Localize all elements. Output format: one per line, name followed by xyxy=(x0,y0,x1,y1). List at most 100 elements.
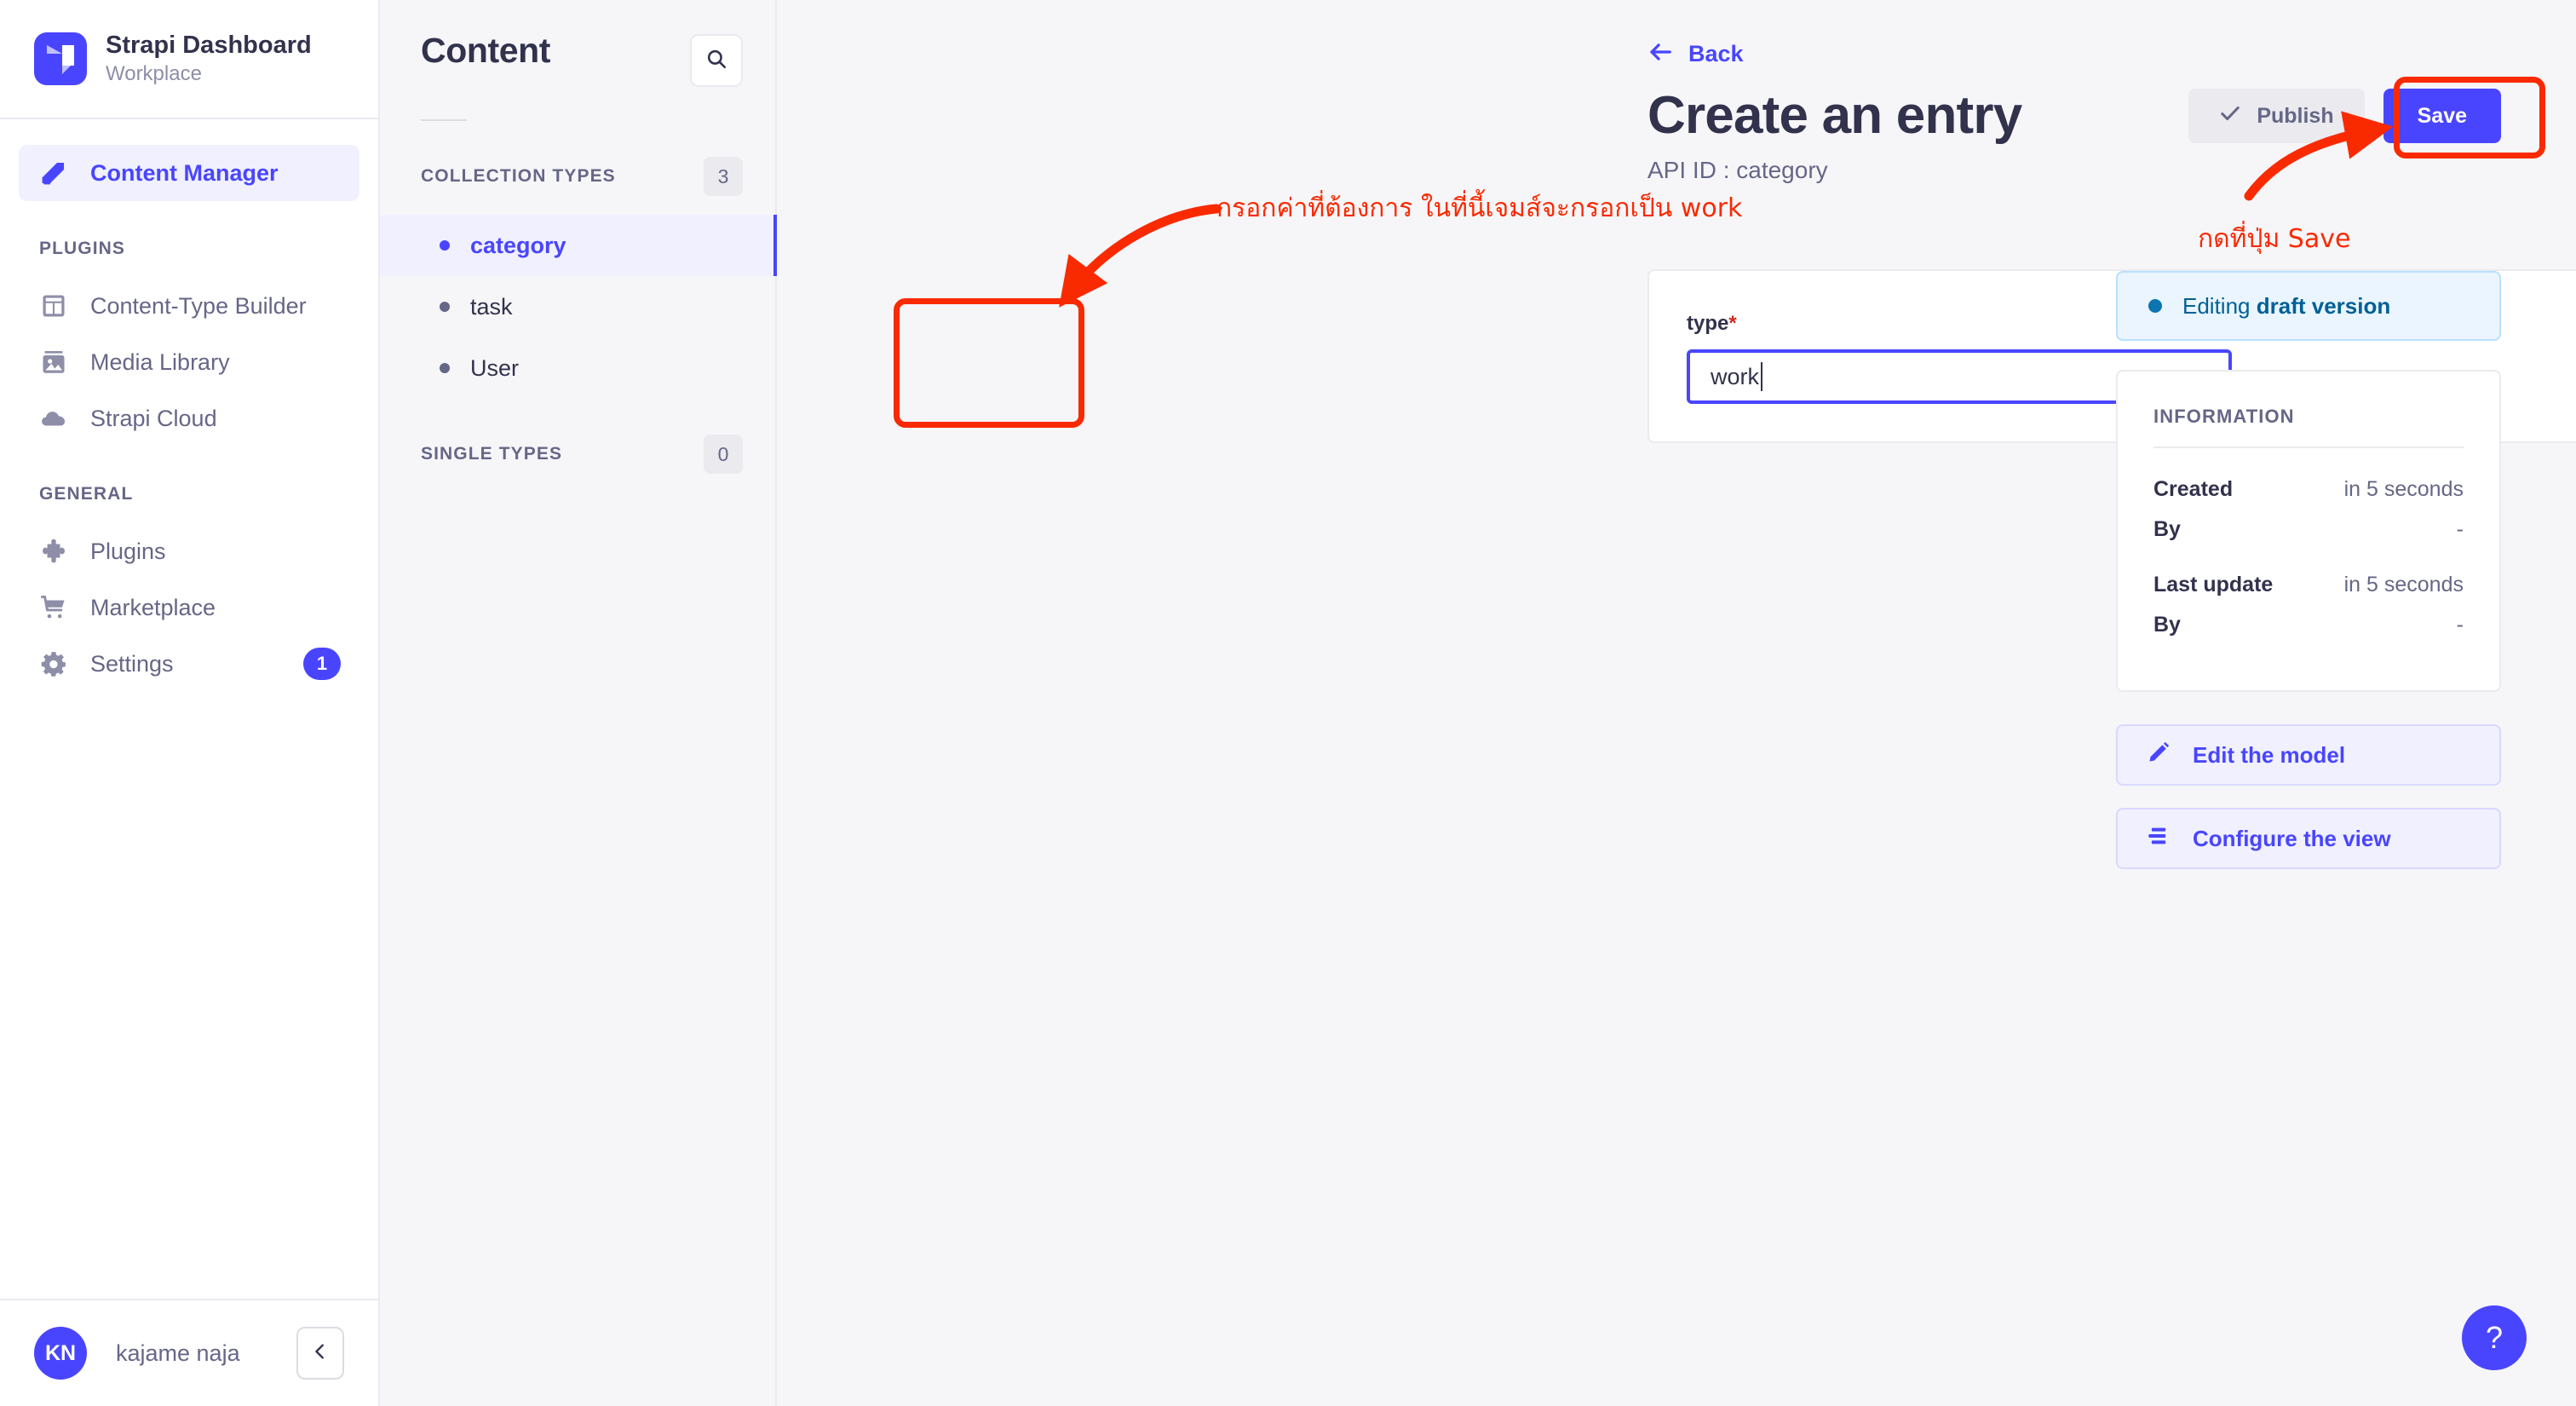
required-marker: * xyxy=(1728,312,1737,335)
strapi-logo-icon xyxy=(34,32,87,85)
single-types-count: 0 xyxy=(704,435,743,474)
sidebar-item-content-type-builder[interactable]: Content-Type Builder xyxy=(19,278,359,334)
sidebar-item-label: Content-Type Builder xyxy=(90,292,307,319)
puzzle-piece-icon xyxy=(39,537,68,566)
collection-types-label: COLLECTION TYPES xyxy=(421,166,616,186)
feather-pen-icon xyxy=(39,158,68,187)
sidebar-section-general: GENERAL xyxy=(39,484,134,504)
status-text: Editing draft version xyxy=(2182,293,2390,320)
sidebar-item-media-library[interactable]: Media Library xyxy=(19,334,359,390)
single-types-label: SINGLE TYPES xyxy=(421,444,563,464)
information-card: INFORMATION Created in 5 seconds By - La… xyxy=(2116,370,2501,692)
image-icon xyxy=(39,348,68,377)
collection-types-count: 3 xyxy=(704,157,743,196)
app-root: Strapi Dashboard Workplace Content Manag… xyxy=(0,0,2576,1406)
sidebar-item-plugins[interactable]: Plugins xyxy=(19,523,359,579)
bullet-icon xyxy=(440,302,450,312)
info-key: By xyxy=(2153,517,2181,541)
content-type-item-user[interactable]: User xyxy=(380,337,775,399)
status-dot-icon xyxy=(2148,299,2162,313)
collection-types-header: COLLECTION TYPES 3 xyxy=(380,121,775,215)
brand-subtitle: Workplace xyxy=(106,61,202,85)
sidebar-item-label: Strapi Cloud xyxy=(90,405,217,431)
sidebar-item-strapi-cloud[interactable]: Strapi Cloud xyxy=(19,390,359,447)
sidebar-item-content-manager[interactable]: Content Manager xyxy=(19,145,359,201)
brand-title: Strapi Dashboard xyxy=(106,31,312,59)
sidebar-item-label: Marketplace xyxy=(90,594,216,620)
list-item-label: category xyxy=(470,232,566,258)
content-panel-header: Content xyxy=(380,0,775,87)
back-link[interactable]: Back xyxy=(1647,39,2021,69)
sidebar-section-plugins: PLUGINS xyxy=(39,239,126,258)
information-title: INFORMATION xyxy=(2153,406,2464,448)
list-item-label: User xyxy=(470,354,520,381)
sidebar-collapse-button[interactable] xyxy=(296,1327,344,1380)
info-row: By - xyxy=(2153,613,2464,637)
annotation-text-save: กดที่ปุ่ม Save xyxy=(2198,224,2351,254)
annotation-box-save xyxy=(2394,77,2545,158)
configure-the-view-button[interactable]: Configure the view xyxy=(2116,808,2501,869)
chevron-left-icon xyxy=(311,1342,330,1365)
status-badge: 1 xyxy=(303,648,341,680)
content-types-panel: Content COLLECTION TYPES 3 category task xyxy=(380,0,777,1406)
bullet-icon xyxy=(440,363,450,373)
sidebar-nav: Content Manager PLUGINS Content-Type Bui… xyxy=(0,119,378,692)
configure-view-label: Configure the view xyxy=(2193,825,2391,851)
main-header: Back Create an entry API ID : category xyxy=(1647,39,2022,184)
status-emphasis: draft version xyxy=(2256,292,2391,319)
content-type-item-category[interactable]: category xyxy=(380,215,777,276)
check-icon xyxy=(2219,102,2241,130)
info-key: Last update xyxy=(2153,573,2274,596)
info-row: Created in 5 seconds xyxy=(2153,477,2464,502)
info-value: in 5 seconds xyxy=(2343,573,2464,596)
draft-status-banner: Editing draft version xyxy=(2116,271,2501,341)
search-icon xyxy=(705,48,727,74)
edit-the-model-button[interactable]: Edit the model xyxy=(2116,724,2501,786)
info-value: - xyxy=(2456,613,2464,637)
pencil-icon xyxy=(2147,740,2171,770)
info-row: Last update in 5 seconds xyxy=(2153,573,2464,597)
publish-label: Publish xyxy=(2257,103,2334,128)
cloud-icon xyxy=(39,404,68,433)
user-name: kajame naja xyxy=(116,1340,240,1366)
sidebar-footer: KN kajame naja xyxy=(0,1299,378,1406)
edit-model-label: Edit the model xyxy=(2193,741,2346,768)
info-value: in 5 seconds xyxy=(2343,477,2464,501)
sidebar: Strapi Dashboard Workplace Content Manag… xyxy=(0,0,380,1406)
sidebar-item-label: Plugins xyxy=(90,538,166,564)
info-key: Created xyxy=(2153,477,2234,501)
arrow-left-icon xyxy=(1647,39,1673,69)
info-key: By xyxy=(2153,613,2181,637)
brand-header: Strapi Dashboard Workplace xyxy=(0,0,378,119)
single-types-header: SINGLE TYPES 0 xyxy=(380,399,775,493)
back-label: Back xyxy=(1688,41,1744,66)
info-row: By - xyxy=(2153,517,2464,542)
avatar[interactable]: KN xyxy=(34,1327,87,1380)
sidebar-item-label: Content Manager xyxy=(90,159,279,186)
entry-page-title: Create an entry xyxy=(1647,86,2022,145)
content-type-item-task[interactable]: task xyxy=(380,276,775,337)
help-button[interactable]: ? xyxy=(2462,1305,2527,1370)
api-id-label: API ID : category xyxy=(1647,156,1828,183)
type-input-value: work xyxy=(1711,363,1760,389)
gear-icon xyxy=(39,649,68,678)
sidebar-item-marketplace[interactable]: Marketplace xyxy=(19,579,359,636)
annotation-box-field xyxy=(894,298,1084,428)
bullet-icon xyxy=(440,240,450,251)
layout-lines-icon xyxy=(2147,824,2171,854)
text-caret xyxy=(1761,362,1763,391)
shopping-cart-icon xyxy=(39,593,68,622)
sidebar-item-label: Media Library xyxy=(90,349,230,375)
field-name: type xyxy=(1687,312,1729,335)
info-value: - xyxy=(2456,517,2464,541)
status-prefix: Editing xyxy=(2182,292,2257,319)
search-button[interactable] xyxy=(690,34,743,87)
sidebar-item-label: Settings xyxy=(90,650,174,677)
layout-grid-icon xyxy=(39,291,68,320)
question-mark-icon: ? xyxy=(2485,1320,2504,1355)
entry-info-rail: Editing draft version INFORMATION Create… xyxy=(2116,271,2501,869)
annotation-text-field: กรอกค่าที่ต้องการ ในที่นี้เจมส์จะกรอกเป็… xyxy=(1216,193,1743,223)
publish-button[interactable]: Publish xyxy=(2188,89,2365,143)
list-item-label: task xyxy=(470,293,513,320)
sidebar-item-settings[interactable]: Settings 1 xyxy=(19,636,359,692)
